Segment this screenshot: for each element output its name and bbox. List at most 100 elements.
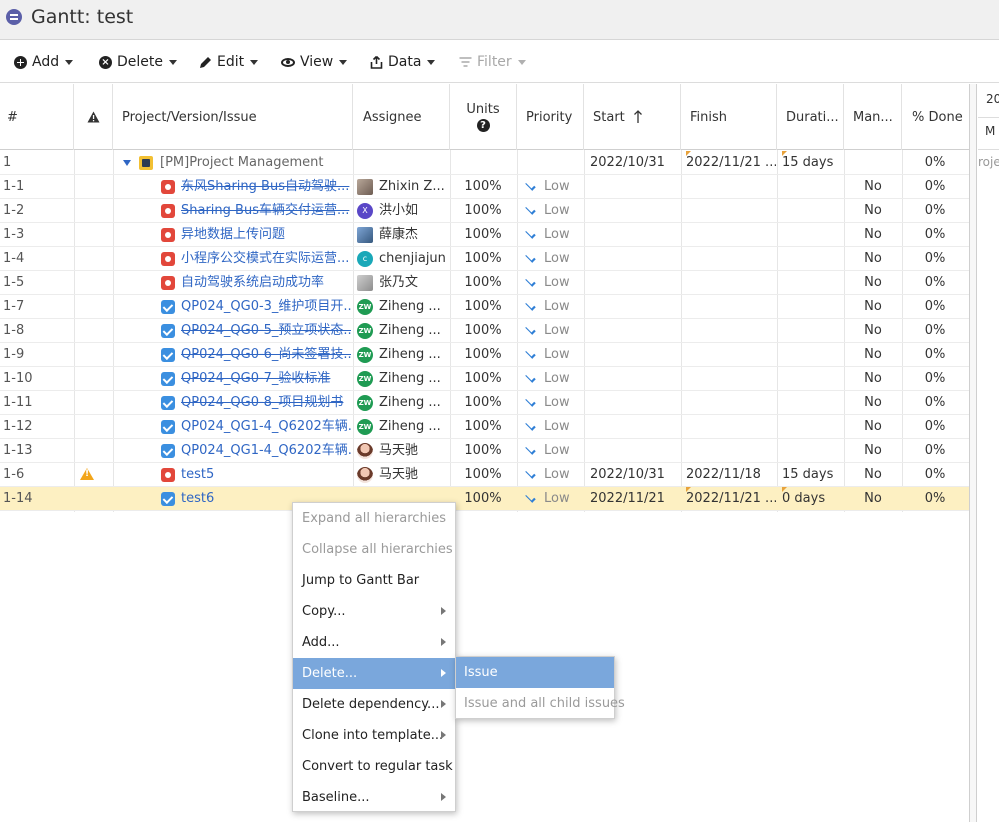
priority-cell[interactable]: Low	[524, 199, 582, 223]
menu-item-copy[interactable]: Copy...	[293, 596, 455, 627]
manual-cell[interactable]	[846, 151, 900, 175]
table-row[interactable]: 1-8 QP024_QG0-5_预立项状态... ZW Ziheng ... 100% L…	[0, 319, 969, 343]
manual-cell[interactable]: No	[846, 487, 900, 511]
start-date-cell[interactable]	[590, 415, 680, 439]
units-cell[interactable]: 100%	[450, 487, 516, 511]
menu-item-jump-to-gantt-bar[interactable]: Jump to Gantt Bar	[293, 565, 455, 596]
manual-cell[interactable]: No	[846, 199, 900, 223]
duration-cell[interactable]: 15 days	[782, 463, 842, 487]
issue-link[interactable]: Sharing Bus车辆交付运营...	[181, 199, 351, 223]
percent-done-cell[interactable]: 0%	[902, 295, 968, 319]
issue-link[interactable]: test5	[181, 463, 351, 487]
menu-item-convert-to-regular-task[interactable]: Convert to regular task	[293, 751, 455, 782]
project-row[interactable]: 1 [PM]Project Management 2022/10/31 2022/11…	[0, 151, 969, 175]
units-cell[interactable]: 100%	[450, 439, 516, 463]
finish-date-cell[interactable]	[686, 223, 776, 247]
edit-menu-button[interactable]: Edit	[199, 53, 259, 71]
expand-toggle-icon[interactable]	[123, 160, 131, 166]
issue-title[interactable]: test6	[181, 491, 214, 506]
table-row[interactable]: 1-10 QP024_QG0-7_验收标准 ZW Ziheng ... 100% Low N…	[0, 367, 969, 391]
units-cell[interactable]: 100%	[450, 295, 516, 319]
warning-icon[interactable]	[80, 468, 94, 480]
percent-done-cell[interactable]: 0%	[902, 151, 968, 175]
duration-cell[interactable]	[782, 247, 842, 271]
duration-cell[interactable]	[782, 271, 842, 295]
priority-cell[interactable]: Low	[524, 343, 582, 367]
priority-cell[interactable]: Low	[524, 487, 582, 511]
duration-cell[interactable]	[782, 175, 842, 199]
manual-cell[interactable]: No	[846, 295, 900, 319]
project-name[interactable]: [PM]Project Management	[160, 151, 350, 175]
help-icon[interactable]: ?	[476, 119, 490, 132]
table-row[interactable]: 1-5 自动驾驶系统启动成功率 张乃文 100% Low No 0%	[0, 271, 969, 295]
issue-link[interactable]: QP024_QG0-5_预立项状态...	[181, 319, 351, 343]
assignee-cell[interactable]: ZW Ziheng ...	[357, 295, 447, 319]
assignee-cell[interactable]: 薛康杰	[357, 223, 447, 247]
percent-done-cell[interactable]: 0%	[902, 319, 968, 343]
issue-title[interactable]: QP024_QG1-4_Q6202车辆...	[181, 443, 351, 458]
column-header-start[interactable]: Start	[584, 84, 681, 150]
manual-cell[interactable]: No	[846, 415, 900, 439]
finish-date-cell[interactable]	[686, 439, 776, 463]
column-header-finish[interactable]: Finish	[681, 84, 777, 150]
issue-title[interactable]: 自动驾驶系统启动成功率	[181, 275, 324, 290]
assignee-cell[interactable]: X 洪小如	[357, 199, 447, 223]
start-date-cell[interactable]	[590, 391, 680, 415]
units-cell[interactable]: 100%	[450, 199, 516, 223]
column-header-assignee[interactable]: Assignee	[353, 84, 450, 150]
issue-link[interactable]: QP024_QG1-4_Q6202车辆...	[181, 415, 351, 439]
view-menu-button[interactable]: View	[281, 53, 348, 71]
menu-item-collapse-all[interactable]: Collapse all hierarchies	[293, 534, 455, 565]
units-cell[interactable]: 100%	[450, 247, 516, 271]
priority-cell[interactable]: Low	[524, 247, 582, 271]
percent-done-cell[interactable]: 0%	[902, 367, 968, 391]
manual-cell[interactable]: No	[846, 271, 900, 295]
issue-title[interactable]: test5	[181, 467, 214, 482]
priority-cell[interactable]: Low	[524, 439, 582, 463]
duration-cell[interactable]	[782, 391, 842, 415]
delete-menu-button[interactable]: × Delete	[99, 53, 177, 71]
assignee-cell[interactable]: ZW Ziheng ...	[357, 391, 447, 415]
percent-done-cell[interactable]: 0%	[902, 223, 968, 247]
assignee-cell[interactable]: Zhixin Z...	[357, 175, 447, 199]
column-header-duration[interactable]: Durati...	[777, 84, 844, 150]
priority-cell[interactable]: Low	[524, 367, 582, 391]
units-cell[interactable]: 100%	[450, 391, 516, 415]
table-row[interactable]: 1-4 小程序公交模式在实际运营... c chenjiajun 100% Low No 0%	[0, 247, 969, 271]
start-date-cell[interactable]	[590, 367, 680, 391]
column-header-issue[interactable]: Project/Version/Issue	[113, 84, 353, 150]
start-date-cell[interactable]: 2022/10/31	[590, 151, 680, 175]
table-row[interactable]: 1-14 test6 100% Low 2022/11/21 2022/11/21 ...…	[0, 487, 969, 511]
finish-date-cell[interactable]: 2022/11/21 ...	[686, 487, 776, 511]
add-menu-button[interactable]: Add	[14, 53, 74, 71]
issue-title[interactable]: QP024_QG0-8_项目规划书	[181, 395, 343, 410]
units-cell[interactable]: 100%	[450, 271, 516, 295]
assignee-cell[interactable]: ZW Ziheng ...	[357, 319, 447, 343]
units-cell[interactable]	[450, 151, 516, 175]
assignee-cell[interactable]: 马天驰	[357, 439, 447, 463]
menu-item-expand-all[interactable]: Expand all hierarchies	[293, 503, 455, 534]
start-date-cell[interactable]	[590, 271, 680, 295]
column-header-priority[interactable]: Priority	[517, 84, 584, 150]
start-date-cell[interactable]	[590, 175, 680, 199]
units-cell[interactable]: 100%	[450, 367, 516, 391]
issue-title[interactable]: QP024_QG1-4_Q6202车辆...	[181, 419, 351, 434]
finish-date-cell[interactable]	[686, 295, 776, 319]
finish-date-cell[interactable]	[686, 319, 776, 343]
start-date-cell[interactable]	[590, 343, 680, 367]
table-row[interactable]: 1-11 QP024_QG0-8_项目规划书 ZW Ziheng ... 100% Low…	[0, 391, 969, 415]
issue-link[interactable]: 东风Sharing Bus自动驾驶...	[181, 175, 351, 199]
percent-done-cell[interactable]: 0%	[902, 343, 968, 367]
duration-cell[interactable]: 0 days	[782, 487, 842, 511]
table-row[interactable]: 1-13 QP024_QG1-4_Q6202车辆... 马天驰 100% Low No 0%	[0, 439, 969, 463]
table-row[interactable]: 1-3 异地数据上传问题 薛康杰 100% Low No 0%	[0, 223, 969, 247]
table-row[interactable]: 1-6 test5 马天驰 100% Low 2022/10/312022/11/1815…	[0, 463, 969, 487]
issue-title[interactable]: Sharing Bus车辆交付运营...	[181, 203, 349, 218]
issue-title[interactable]: QP024_QG0-3_维护项目开...	[181, 299, 351, 314]
menu-item-baseline[interactable]: Baseline...	[293, 782, 455, 813]
start-date-cell[interactable]: 2022/11/21	[590, 487, 680, 511]
percent-done-cell[interactable]: 0%	[902, 175, 968, 199]
manual-cell[interactable]: No	[846, 343, 900, 367]
units-cell[interactable]: 100%	[450, 223, 516, 247]
manual-cell[interactable]: No	[846, 247, 900, 271]
